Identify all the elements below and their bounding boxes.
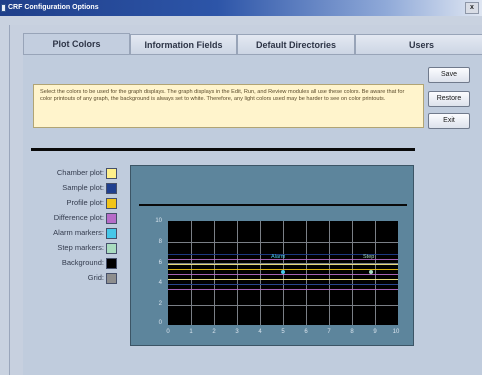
grid-label: Grid: — [87, 273, 104, 282]
step-markers-label: Step markers: — [57, 243, 104, 252]
window-title: CRF Configuration Options — [8, 4, 99, 11]
difference-plot-label: Difference plot: — [53, 213, 104, 222]
grid-line — [168, 305, 398, 306]
chamber-trace — [168, 279, 398, 280]
grid-line — [352, 221, 353, 325]
sample-trace — [168, 284, 398, 285]
y-tick-label: 4 — [158, 280, 162, 286]
app-icon — [1, 4, 6, 12]
x-tick-label: 1 — [189, 329, 193, 335]
close-button[interactable]: x — [465, 2, 479, 14]
x-tick-label: 3 — [235, 329, 239, 335]
grid-row: Grid: — [31, 272, 123, 287]
instructions-text: Select the colors to be used for the gra… — [33, 84, 424, 128]
grid-swatch[interactable] — [106, 273, 117, 284]
profile-plot-row: Profile plot: — [31, 197, 123, 212]
save-button[interactable]: Save — [428, 67, 470, 83]
difference-trace — [168, 274, 398, 275]
tab-default-directories[interactable]: Default Directories — [237, 34, 355, 54]
chamber-plot-label: Chamber plot: — [56, 168, 104, 177]
y-tick-label: 10 — [155, 218, 162, 224]
background-swatch[interactable] — [106, 258, 117, 269]
color-legend: Chamber plot: Sample plot: Profile plot:… — [31, 167, 123, 287]
difference-trace — [168, 289, 398, 290]
grid-line — [329, 221, 330, 325]
title-bar: CRF Configuration Options x — [0, 0, 482, 16]
difference-plot-row: Difference plot: — [31, 212, 123, 227]
profile-plot-label: Profile plot: — [66, 198, 104, 207]
section-divider — [31, 148, 415, 151]
sample-plot-swatch[interactable] — [106, 183, 117, 194]
y-tick-label: 6 — [158, 260, 162, 266]
chamber-trace — [168, 264, 398, 265]
y-tick-label: 2 — [158, 301, 162, 307]
restore-button[interactable]: Restore — [428, 91, 470, 107]
x-tick-label: 4 — [258, 329, 262, 335]
x-tick-label: 10 — [392, 329, 400, 335]
y-tick-label: 8 — [158, 239, 162, 245]
alarm-markers-row: Alarm markers: — [31, 227, 123, 242]
chamber-plot-row: Chamber plot: — [31, 167, 123, 182]
exit-button[interactable]: Exit — [428, 113, 470, 129]
chamber-plot-swatch[interactable] — [106, 168, 117, 179]
grid-line — [375, 221, 376, 325]
step-markers-swatch[interactable] — [106, 243, 117, 254]
x-tick-label: 6 — [304, 329, 308, 335]
preview-plot-area: Alarm Step — [168, 221, 398, 325]
x-tick-label: 5 — [281, 329, 285, 335]
x-tick-label: 0 — [166, 329, 170, 335]
tab-users[interactable]: Users — [355, 34, 482, 54]
y-tick-label: 0 — [158, 320, 162, 326]
grid-line — [260, 221, 261, 325]
difference-plot-swatch[interactable] — [106, 213, 117, 224]
tab-plot-colors[interactable]: Plot Colors — [23, 33, 130, 55]
alarm-markers-swatch[interactable] — [106, 228, 117, 239]
grid-line — [237, 221, 238, 325]
step-marker-label: Step — [363, 254, 375, 260]
background-label: Background: — [61, 258, 104, 267]
grid-line — [168, 242, 398, 243]
alarm-marker-dot — [281, 270, 285, 274]
sample-plot-label: Sample plot: — [62, 183, 104, 192]
step-markers-row: Step markers: — [31, 242, 123, 257]
background-row: Background: — [31, 257, 123, 272]
alarm-markers-label: Alarm markers: — [53, 228, 104, 237]
preview-divider — [139, 204, 407, 206]
grid-line — [306, 221, 307, 325]
x-tick-label: 9 — [373, 329, 377, 335]
x-tick-label: 8 — [350, 329, 354, 335]
profile-plot-swatch[interactable] — [106, 198, 117, 209]
step-marker-dot — [369, 270, 373, 274]
sample-plot-row: Sample plot: — [31, 182, 123, 197]
grid-line — [191, 221, 192, 325]
tab-information-fields[interactable]: Information Fields — [130, 34, 237, 54]
alarm-marker-label: Alarm — [271, 254, 286, 260]
configuration-window: CRF Configuration Options x Plot Colors … — [0, 0, 482, 375]
x-tick-label: 7 — [327, 329, 331, 335]
x-tick-label: 2 — [212, 329, 216, 335]
grid-line — [214, 221, 215, 325]
